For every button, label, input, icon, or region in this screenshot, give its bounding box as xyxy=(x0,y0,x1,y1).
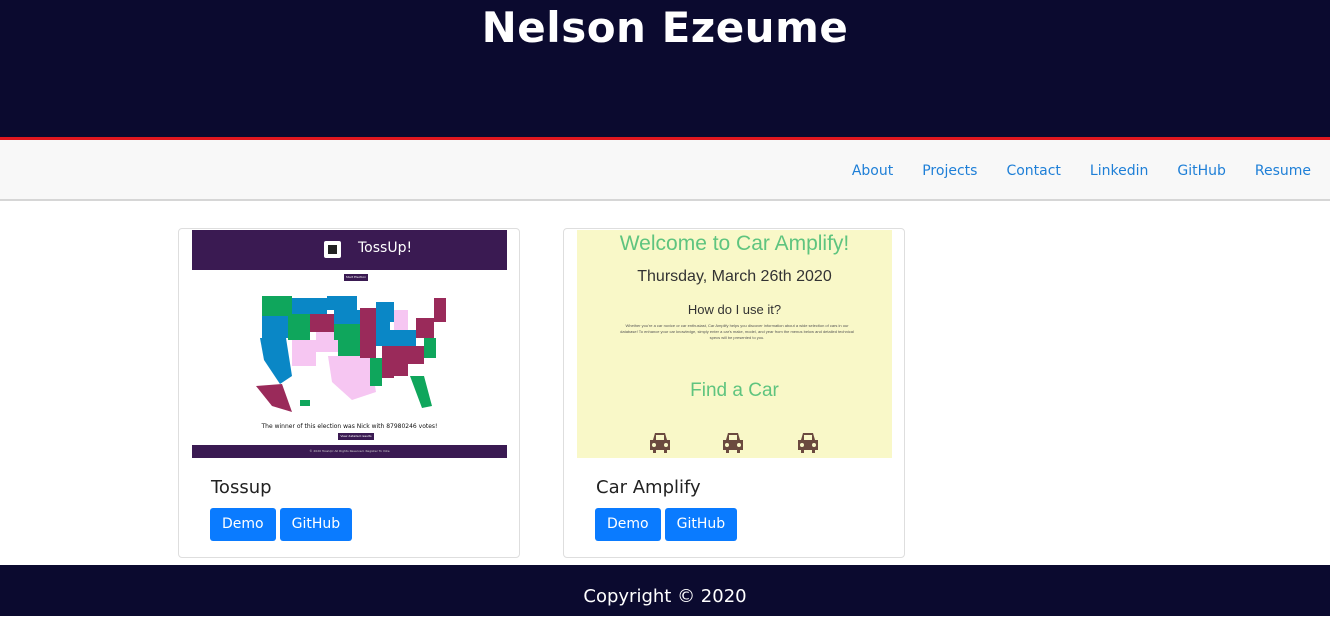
thumbnail-result-caption: The winner of this election was Nick wit… xyxy=(261,423,438,430)
thumbnail-cta: Find a Car xyxy=(690,380,779,401)
nav-link-about[interactable]: About xyxy=(852,163,893,179)
site-header: Nelson Ezeume xyxy=(0,0,1330,138)
navbar: About Projects Contact Linkedin GitHub R… xyxy=(0,140,1330,201)
site-footer: Copyright © 2020 xyxy=(0,565,1330,616)
github-button[interactable]: GitHub xyxy=(664,508,738,541)
thumbnail-date: Thursday, March 26th 2020 xyxy=(637,268,832,285)
tossup-logo-icon xyxy=(324,241,341,258)
us-election-map xyxy=(256,296,446,412)
project-title: Car Amplify xyxy=(596,477,701,498)
demo-button[interactable]: Demo xyxy=(210,508,276,541)
thumbnail-body-text: Whether you're a car novice or car enthu… xyxy=(620,323,854,340)
project-card-car-amplify: Welcome to Car Amplify! Thursday, March … xyxy=(563,228,905,558)
project-thumbnail-car-amplify: Welcome to Car Amplify! Thursday, March … xyxy=(577,230,892,458)
thumbnail-heading: Welcome to Car Amplify! xyxy=(619,232,850,255)
nav-link-resume[interactable]: Resume xyxy=(1255,163,1311,179)
demo-button[interactable]: Demo xyxy=(595,508,661,541)
project-buttons: Demo GitHub xyxy=(210,508,356,541)
car-icon xyxy=(723,433,743,453)
thumbnail-subheading: How do I use it? xyxy=(687,302,782,317)
copyright-text: Copyright © 2020 xyxy=(583,586,747,607)
thumbnail-app-header: TossUp! xyxy=(192,230,507,270)
nav-link-github[interactable]: GitHub xyxy=(1177,163,1226,179)
github-button[interactable]: GitHub xyxy=(279,508,353,541)
project-title: Tossup xyxy=(211,477,272,498)
nav-link-linkedin[interactable]: Linkedin xyxy=(1090,163,1148,179)
car-icon xyxy=(650,433,670,453)
thumbnail-start-button: Start Election xyxy=(344,274,368,281)
thumbnail-results-button: View detailed results xyxy=(338,433,374,440)
nav-link-projects[interactable]: Projects xyxy=(922,163,977,179)
project-thumbnail-tossup: TossUp! Start Election The winner of thi… xyxy=(192,230,507,458)
thumbnail-footer: © 2020 TossUp! All Rights Reserved. Regi… xyxy=(192,445,507,458)
nav-links: About Projects Contact Linkedin GitHub R… xyxy=(823,140,1311,201)
project-card-tossup: TossUp! Start Election The winner of thi… xyxy=(178,228,520,558)
site-title: Nelson Ezeume xyxy=(481,3,849,52)
project-buttons: Demo GitHub xyxy=(595,508,741,541)
nav-link-contact[interactable]: Contact xyxy=(1006,163,1060,179)
car-icon xyxy=(798,433,818,453)
thumbnail-app-name: TossUp! xyxy=(358,240,413,256)
